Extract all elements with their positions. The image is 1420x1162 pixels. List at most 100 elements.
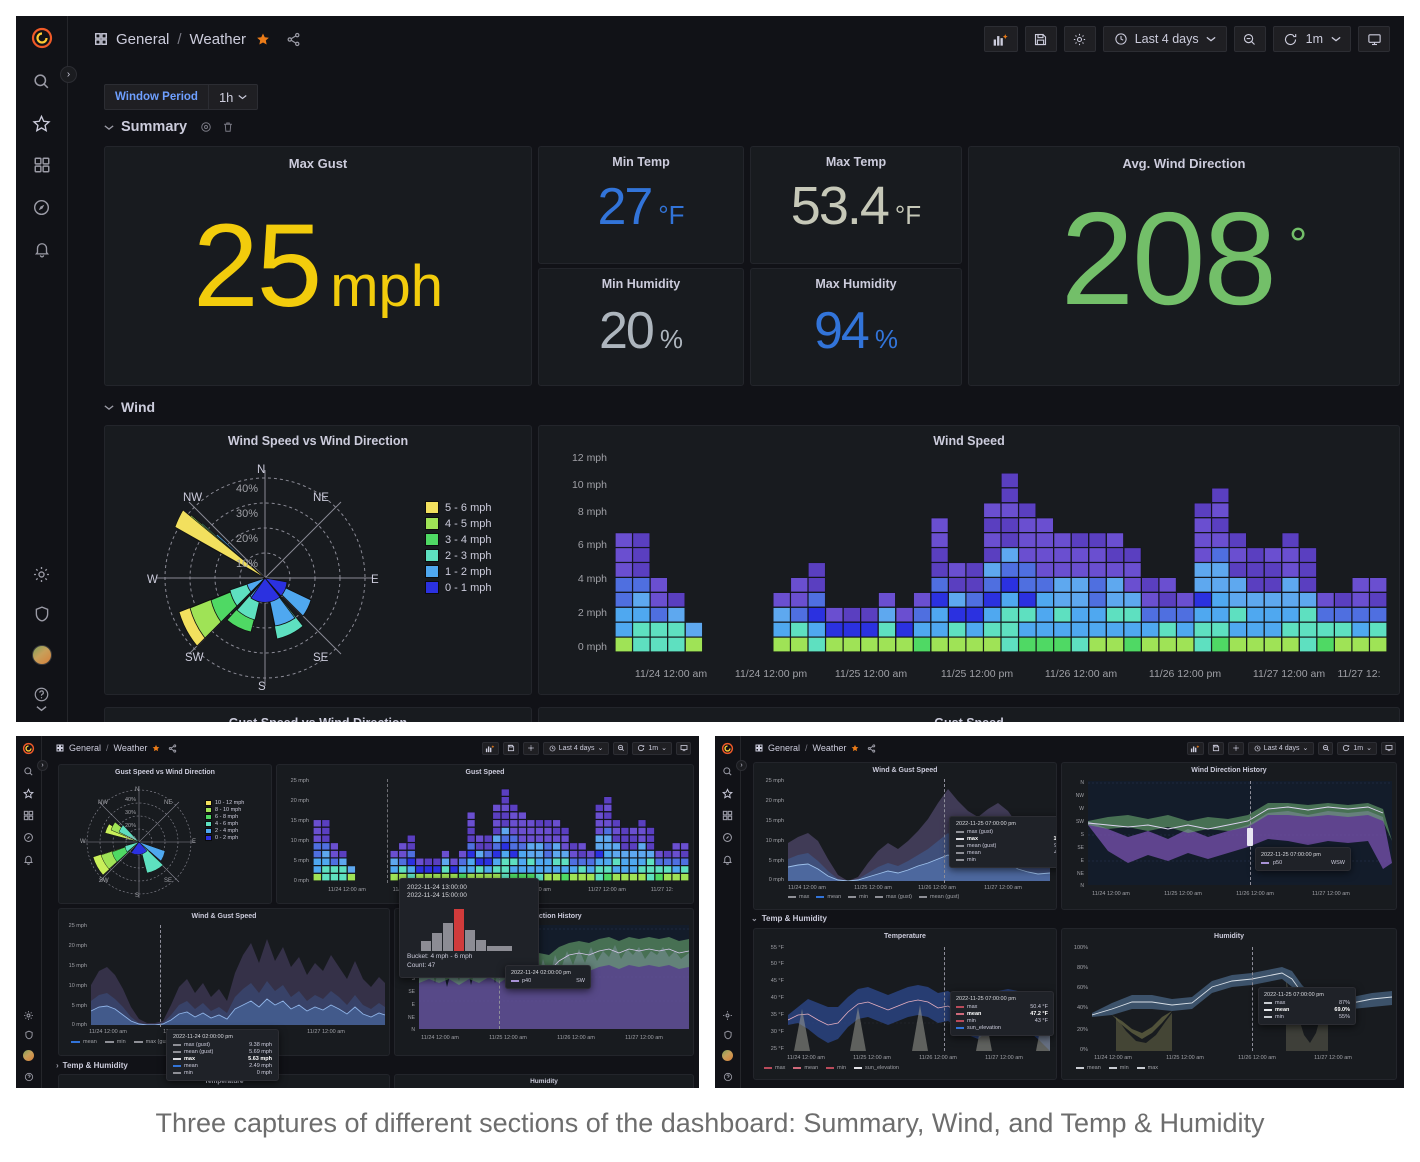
share-icon[interactable] xyxy=(286,32,301,47)
nav-sidebar[interactable] xyxy=(16,16,68,722)
legend-item[interactable]: min xyxy=(826,1065,846,1071)
panel-avg-wind-direction[interactable]: Avg. Wind Direction 208 ° xyxy=(968,146,1400,386)
grafana-logo[interactable] xyxy=(715,736,741,760)
help-icon[interactable] xyxy=(16,676,68,722)
search-icon[interactable] xyxy=(16,60,68,102)
dashboards-icon[interactable] xyxy=(16,804,42,826)
panel-temperature[interactable]: Temperature 55 °F 50 °F 45 °F 40 °F 35 °… xyxy=(753,928,1057,1080)
row-header-temp-humidity[interactable]: ⌄ Temp & Humidity xyxy=(751,914,827,923)
panel-max-gust[interactable]: Max Gust 25 mph xyxy=(104,146,532,386)
series-legend[interactable]: mean min max xyxy=(1076,1065,1158,1071)
refresh-picker[interactable]: 1m xyxy=(1272,26,1351,52)
configuration-gear-icon[interactable] xyxy=(16,554,68,594)
breadcrumb-dashboard[interactable]: Weather xyxy=(190,31,246,48)
dashboard-settings-button[interactable] xyxy=(1063,26,1096,52)
dashboards-icon[interactable] xyxy=(16,144,68,186)
shield-icon[interactable] xyxy=(16,1025,42,1045)
series-legend[interactable]: max mean min max (gust) mean (gust) xyxy=(788,894,959,900)
sidebar-expand-button[interactable]: › xyxy=(37,760,48,771)
help-icon[interactable] xyxy=(715,1066,741,1088)
breadcrumb-dashboard[interactable]: Weather xyxy=(813,743,847,753)
breadcrumb-folder[interactable]: General xyxy=(768,743,800,753)
help-icon[interactable] xyxy=(16,1066,42,1088)
zoom-out-time-button[interactable] xyxy=(1318,741,1334,755)
panel-humidity[interactable]: Humidity 100% 80% 60% 40% 20% 0% 11/24 1… xyxy=(1061,928,1397,1080)
panel-wind-gust-speed[interactable]: Wind & Gust Speed 25 mph 20 mph 15 mph 1… xyxy=(753,762,1057,910)
add-panel-button[interactable] xyxy=(983,26,1018,52)
avatar[interactable] xyxy=(715,1045,741,1066)
row-delete-icon[interactable] xyxy=(222,121,234,133)
star-filled-icon[interactable] xyxy=(256,32,270,46)
zoom-out-time-button[interactable] xyxy=(613,741,629,755)
panel-min-temp[interactable]: Min Temp 27 °F xyxy=(538,146,744,264)
sidebar-item-starred[interactable] xyxy=(16,782,42,804)
explore-compass-icon[interactable] xyxy=(16,186,68,228)
add-panel-button[interactable] xyxy=(1186,741,1204,755)
time-picker[interactable]: Last 4 days xyxy=(1102,26,1227,52)
refresh-icon[interactable] xyxy=(1342,744,1350,752)
panel-gust-speed-heatmap[interactable]: Gust Speed xyxy=(538,707,1400,722)
refresh-icon[interactable] xyxy=(1283,32,1298,47)
shield-icon[interactable] xyxy=(715,1025,741,1045)
legend-item[interactable]: min xyxy=(104,1039,126,1045)
breadcrumb-folder[interactable]: General xyxy=(116,31,169,48)
save-dashboard-button[interactable] xyxy=(1024,26,1057,52)
shield-icon[interactable] xyxy=(16,594,68,634)
share-icon[interactable] xyxy=(867,743,876,753)
dashboard-settings-button[interactable] xyxy=(522,741,539,755)
alerting-bell-icon[interactable] xyxy=(715,848,741,870)
breadcrumb-dashboard[interactable]: Weather xyxy=(114,743,148,753)
legend-item[interactable]: mean xyxy=(816,894,841,900)
sidebar-item-starred[interactable] xyxy=(715,782,741,804)
panel-wind-direction-history[interactable]: Wind Direction History N NW W SW S SE E … xyxy=(1061,762,1397,910)
panel-wind-speed-heatmap[interactable]: Wind Speed 12 mph 10 mph 8 mph 6 mph 4 m… xyxy=(538,425,1400,695)
time-picker[interactable]: Last 4 days ⌄ xyxy=(1247,741,1315,755)
configuration-gear-icon[interactable] xyxy=(16,1005,42,1025)
legend-item[interactable]: sun_elevation xyxy=(854,1065,899,1071)
legend-item[interactable]: mean xyxy=(1076,1065,1101,1071)
sidebar-expand-button[interactable]: › xyxy=(736,760,747,771)
save-dashboard-button[interactable] xyxy=(502,741,519,755)
series-legend[interactable]: max mean min sun_elevation xyxy=(764,1065,899,1071)
panel-max-temp[interactable]: Max Temp 53.4 °F xyxy=(750,146,962,264)
breadcrumb[interactable]: General / Weather xyxy=(755,743,876,753)
panel-gust-rose[interactable]: Gust Speed vs Wind Direction xyxy=(104,707,532,722)
legend-item[interactable]: max xyxy=(788,894,809,900)
sidebar-expand-button[interactable]: › xyxy=(60,66,77,83)
row-header-summary[interactable]: Summary xyxy=(104,119,234,135)
share-icon[interactable] xyxy=(168,743,177,753)
breadcrumb[interactable]: General / Weather xyxy=(56,743,177,753)
row-header-wind[interactable]: Wind xyxy=(104,399,155,415)
refresh-icon[interactable] xyxy=(637,744,645,752)
panel-humidity[interactable]: Humidity xyxy=(394,1074,694,1088)
breadcrumb-folder[interactable]: General xyxy=(69,743,101,753)
avatar[interactable] xyxy=(16,634,68,676)
configuration-gear-icon[interactable] xyxy=(715,1005,741,1025)
breadcrumb[interactable]: General / Weather xyxy=(94,31,301,48)
panel-min-humidity[interactable]: Min Humidity 20 % xyxy=(538,268,744,386)
explore-compass-icon[interactable] xyxy=(715,826,741,848)
avatar[interactable] xyxy=(16,1045,42,1066)
legend-item[interactable]: min xyxy=(1108,1065,1129,1071)
sidebar-item-starred[interactable] xyxy=(16,102,68,144)
alerting-bell-icon[interactable] xyxy=(16,848,42,870)
panel-wind-rose[interactable]: Wind Speed vs Wind Direction N NE E SE S… xyxy=(104,425,532,695)
tv-mode-button[interactable] xyxy=(676,741,691,755)
grafana-logo[interactable] xyxy=(16,16,68,60)
alerting-bell-icon[interactable] xyxy=(16,228,68,270)
save-dashboard-button[interactable] xyxy=(1207,741,1224,755)
nav-sidebar[interactable] xyxy=(16,736,42,1088)
row-header-temp-humidity[interactable]: › Temp & Humidity xyxy=(56,1061,128,1070)
legend-item[interactable]: mean (gust) xyxy=(919,894,959,900)
window-period-variable-select[interactable]: 1h xyxy=(207,84,259,110)
tv-mode-button[interactable] xyxy=(1358,26,1390,52)
legend-item[interactable]: mean xyxy=(71,1039,97,1045)
legend-item[interactable]: max (gust) xyxy=(875,894,912,900)
legend-item[interactable]: max xyxy=(764,1065,785,1071)
legend-item[interactable]: max xyxy=(1136,1065,1158,1071)
row-settings-icon[interactable] xyxy=(200,121,212,133)
panel-max-humidity[interactable]: Max Humidity 94 % xyxy=(750,268,962,386)
refresh-picker[interactable]: 1m ⌄ xyxy=(632,741,672,755)
star-filled-icon[interactable] xyxy=(152,744,160,752)
explore-compass-icon[interactable] xyxy=(16,826,42,848)
